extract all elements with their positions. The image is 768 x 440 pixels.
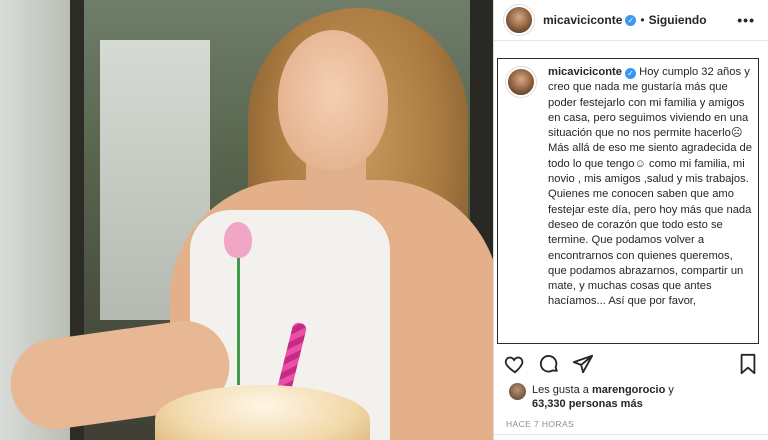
caption-area: micaviciconte ✓ Hoy cumplo 32 años y creo… [497,58,759,344]
bookmark-icon[interactable] [738,353,758,375]
caption-avatar[interactable] [506,67,536,97]
photo-rose [224,222,252,258]
share-icon[interactable] [572,353,594,375]
comment-icon[interactable] [538,353,560,375]
photo-rose-stem [237,255,240,385]
post-timestamp[interactable]: HACE 7 HORAS [506,419,574,429]
likes-row: Les gusta a marengorocio y 63,330 person… [504,381,764,411]
likes-prefix: Les gusta a [532,384,589,396]
verified-icon: ✓ [625,68,636,80]
following-button[interactable]: Siguiendo [649,13,707,27]
post-photo[interactable] [0,0,493,440]
heart-icon[interactable] [504,353,526,375]
photo-face [278,30,388,170]
post-header: micaviciconte ✓ • Siguiendo ••• [494,0,768,40]
caption-row: micaviciconte ✓ Hoy cumplo 32 años y creo… [506,65,754,310]
likes-conjunction: y [668,384,674,396]
liker-username[interactable]: marengorocio [592,384,665,396]
liker-avatar[interactable] [509,383,526,400]
header-separator: • [640,13,645,27]
more-icon[interactable]: ••• [737,12,755,28]
caption-line-2: Más allá de eso me siento agradecida de … [548,142,752,186]
avatar[interactable] [504,5,534,35]
post-panel: micaviciconte ✓ • Siguiendo ••• micavici… [493,0,768,440]
caption-text: micaviciconte ✓ Hoy cumplo 32 años y creo… [548,65,754,310]
verified-icon: ✓ [625,14,637,26]
caption-first-paragraph: micaviciconte ✓ Hoy cumplo 32 años y creo… [548,65,754,141]
header-username[interactable]: micaviciconte [543,13,622,27]
header-divider [494,40,768,41]
likes-line: Les gusta a marengorocio y [532,383,674,397]
footer-divider [494,434,768,435]
action-bar [494,349,768,379]
likes-count[interactable]: 63,330 personas más [532,397,643,411]
caption-line-3: Quienes me conocen saben que amo festeja… [548,188,752,308]
caption-username[interactable]: micaviciconte [548,66,622,78]
